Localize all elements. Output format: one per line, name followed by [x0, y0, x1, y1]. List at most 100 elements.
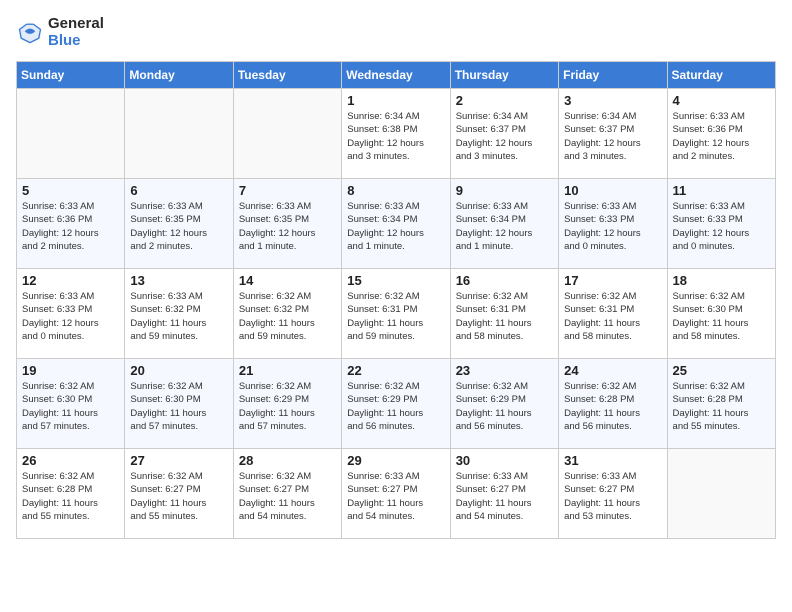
- day-number: 24: [564, 363, 661, 378]
- day-info: Sunrise: 6:32 AM Sunset: 6:28 PM Dayligh…: [673, 380, 770, 433]
- calendar-cell: 14Sunrise: 6:32 AM Sunset: 6:32 PM Dayli…: [233, 269, 341, 359]
- calendar-week-row: 26 Sunrise: 6:32 AM Sunset: 6:28 PM Dayli…: [17, 449, 776, 539]
- calendar-cell: [125, 89, 233, 179]
- day-number: 22: [347, 363, 444, 378]
- day-number: 17: [564, 273, 661, 288]
- calendar-week-row: 1 Sunrise: 6:34 AM Sunset: 6:38 PM Daylig…: [17, 89, 776, 179]
- day-number: 11: [673, 183, 770, 198]
- weekday-header: Wednesday: [342, 62, 450, 89]
- calendar-cell: 6 Sunrise: 6:33 AM Sunset: 6:35 PM Daylig…: [125, 179, 233, 269]
- day-number: 7: [239, 183, 336, 198]
- day-info: Sunrise: 6:33 AM Sunset: 6:33 PM Dayligh…: [22, 290, 119, 343]
- day-info: Sunrise: 6:33 AM Sunset: 6:27 PM Dayligh…: [347, 470, 444, 523]
- day-number: 8: [347, 183, 444, 198]
- weekday-header: Friday: [559, 62, 667, 89]
- day-info: Sunrise: 6:33 AM Sunset: 6:35 PM Dayligh…: [130, 200, 227, 253]
- calendar-table: SundayMondayTuesdayWednesdayThursdayFrid…: [16, 61, 776, 539]
- day-info: Sunrise: 6:32 AM Sunset: 6:30 PM Dayligh…: [673, 290, 770, 343]
- day-number: 4: [673, 93, 770, 108]
- calendar-week-row: 12 Sunrise: 6:33 AM Sunset: 6:33 PM Dayli…: [17, 269, 776, 359]
- day-number: 12: [22, 273, 119, 288]
- day-number: 6: [130, 183, 227, 198]
- calendar-cell: 29 Sunrise: 6:33 AM Sunset: 6:27 PM Dayli…: [342, 449, 450, 539]
- day-number: 26: [22, 453, 119, 468]
- calendar-cell: 3 Sunrise: 6:34 AM Sunset: 6:37 PM Daylig…: [559, 89, 667, 179]
- day-info: Sunrise: 6:33 AM Sunset: 6:32 PM Dayligh…: [130, 290, 227, 343]
- calendar-cell: [667, 449, 775, 539]
- day-number: 3: [564, 93, 661, 108]
- logo-icon: [16, 19, 44, 47]
- day-info: Sunrise: 6:33 AM Sunset: 6:27 PM Dayligh…: [456, 470, 553, 523]
- logo: General Blue: [16, 16, 104, 49]
- calendar-cell: 8 Sunrise: 6:33 AM Sunset: 6:34 PM Daylig…: [342, 179, 450, 269]
- day-info: Sunrise: 6:34 AM Sunset: 6:37 PM Dayligh…: [564, 110, 661, 163]
- calendar-week-row: 5Sunrise: 6:33 AM Sunset: 6:36 PM Daylig…: [17, 179, 776, 269]
- day-number: 18: [673, 273, 770, 288]
- weekday-header: Thursday: [450, 62, 558, 89]
- calendar-cell: 10 Sunrise: 6:33 AM Sunset: 6:33 PM Dayli…: [559, 179, 667, 269]
- day-number: 29: [347, 453, 444, 468]
- day-number: 13: [130, 273, 227, 288]
- logo-text: General Blue: [48, 16, 104, 49]
- calendar-cell: 1 Sunrise: 6:34 AM Sunset: 6:38 PM Daylig…: [342, 89, 450, 179]
- day-number: 16: [456, 273, 553, 288]
- day-info: Sunrise: 6:32 AM Sunset: 6:31 PM Dayligh…: [347, 290, 444, 343]
- calendar-cell: [17, 89, 125, 179]
- day-info: Sunrise: 6:32 AM Sunset: 6:31 PM Dayligh…: [564, 290, 661, 343]
- day-info: Sunrise: 6:33 AM Sunset: 6:27 PM Dayligh…: [564, 470, 661, 523]
- calendar-cell: 21Sunrise: 6:32 AM Sunset: 6:29 PM Dayli…: [233, 359, 341, 449]
- day-info: Sunrise: 6:32 AM Sunset: 6:30 PM Dayligh…: [130, 380, 227, 433]
- calendar-cell: 4Sunrise: 6:33 AM Sunset: 6:36 PM Daylig…: [667, 89, 775, 179]
- day-info: Sunrise: 6:32 AM Sunset: 6:28 PM Dayligh…: [564, 380, 661, 433]
- day-info: Sunrise: 6:32 AM Sunset: 6:27 PM Dayligh…: [130, 470, 227, 523]
- calendar-cell: [233, 89, 341, 179]
- calendar-cell: 25 Sunrise: 6:32 AM Sunset: 6:28 PM Dayli…: [667, 359, 775, 449]
- day-info: Sunrise: 6:32 AM Sunset: 6:29 PM Dayligh…: [347, 380, 444, 433]
- calendar-cell: 22 Sunrise: 6:32 AM Sunset: 6:29 PM Dayli…: [342, 359, 450, 449]
- day-info: Sunrise: 6:33 AM Sunset: 6:35 PM Dayligh…: [239, 200, 336, 253]
- day-number: 27: [130, 453, 227, 468]
- calendar-cell: 19Sunrise: 6:32 AM Sunset: 6:30 PM Dayli…: [17, 359, 125, 449]
- calendar-week-row: 19Sunrise: 6:32 AM Sunset: 6:30 PM Dayli…: [17, 359, 776, 449]
- day-number: 23: [456, 363, 553, 378]
- day-number: 25: [673, 363, 770, 378]
- calendar-cell: 5Sunrise: 6:33 AM Sunset: 6:36 PM Daylig…: [17, 179, 125, 269]
- day-number: 30: [456, 453, 553, 468]
- calendar-cell: 12 Sunrise: 6:33 AM Sunset: 6:33 PM Dayli…: [17, 269, 125, 359]
- day-number: 2: [456, 93, 553, 108]
- calendar-cell: 15 Sunrise: 6:32 AM Sunset: 6:31 PM Dayli…: [342, 269, 450, 359]
- day-number: 1: [347, 93, 444, 108]
- calendar-cell: 7 Sunrise: 6:33 AM Sunset: 6:35 PM Daylig…: [233, 179, 341, 269]
- calendar-cell: 24 Sunrise: 6:32 AM Sunset: 6:28 PM Dayli…: [559, 359, 667, 449]
- calendar-cell: 28Sunrise: 6:32 AM Sunset: 6:27 PM Dayli…: [233, 449, 341, 539]
- day-info: Sunrise: 6:32 AM Sunset: 6:29 PM Dayligh…: [239, 380, 336, 433]
- day-info: Sunrise: 6:32 AM Sunset: 6:29 PM Dayligh…: [456, 380, 553, 433]
- day-info: Sunrise: 6:33 AM Sunset: 6:34 PM Dayligh…: [347, 200, 444, 253]
- day-number: 9: [456, 183, 553, 198]
- day-info: Sunrise: 6:32 AM Sunset: 6:31 PM Dayligh…: [456, 290, 553, 343]
- weekday-header: Saturday: [667, 62, 775, 89]
- day-info: Sunrise: 6:34 AM Sunset: 6:37 PM Dayligh…: [456, 110, 553, 163]
- calendar-cell: 20 Sunrise: 6:32 AM Sunset: 6:30 PM Dayli…: [125, 359, 233, 449]
- day-number: 14: [239, 273, 336, 288]
- day-info: Sunrise: 6:33 AM Sunset: 6:33 PM Dayligh…: [673, 200, 770, 253]
- day-number: 5: [22, 183, 119, 198]
- day-number: 15: [347, 273, 444, 288]
- weekday-header: Tuesday: [233, 62, 341, 89]
- page-header: General Blue: [16, 16, 776, 49]
- day-number: 20: [130, 363, 227, 378]
- calendar-cell: 2 Sunrise: 6:34 AM Sunset: 6:37 PM Daylig…: [450, 89, 558, 179]
- day-number: 10: [564, 183, 661, 198]
- calendar-cell: 9Sunrise: 6:33 AM Sunset: 6:34 PM Daylig…: [450, 179, 558, 269]
- calendar-cell: 23 Sunrise: 6:32 AM Sunset: 6:29 PM Dayli…: [450, 359, 558, 449]
- calendar-cell: 27 Sunrise: 6:32 AM Sunset: 6:27 PM Dayli…: [125, 449, 233, 539]
- calendar-cell: 16 Sunrise: 6:32 AM Sunset: 6:31 PM Dayli…: [450, 269, 558, 359]
- day-info: Sunrise: 6:34 AM Sunset: 6:38 PM Dayligh…: [347, 110, 444, 163]
- calendar-cell: 11 Sunrise: 6:33 AM Sunset: 6:33 PM Dayli…: [667, 179, 775, 269]
- day-info: Sunrise: 6:33 AM Sunset: 6:33 PM Dayligh…: [564, 200, 661, 253]
- day-number: 31: [564, 453, 661, 468]
- calendar-cell: 30 Sunrise: 6:33 AM Sunset: 6:27 PM Dayli…: [450, 449, 558, 539]
- weekday-header: Monday: [125, 62, 233, 89]
- day-info: Sunrise: 6:32 AM Sunset: 6:30 PM Dayligh…: [22, 380, 119, 433]
- day-info: Sunrise: 6:32 AM Sunset: 6:28 PM Dayligh…: [22, 470, 119, 523]
